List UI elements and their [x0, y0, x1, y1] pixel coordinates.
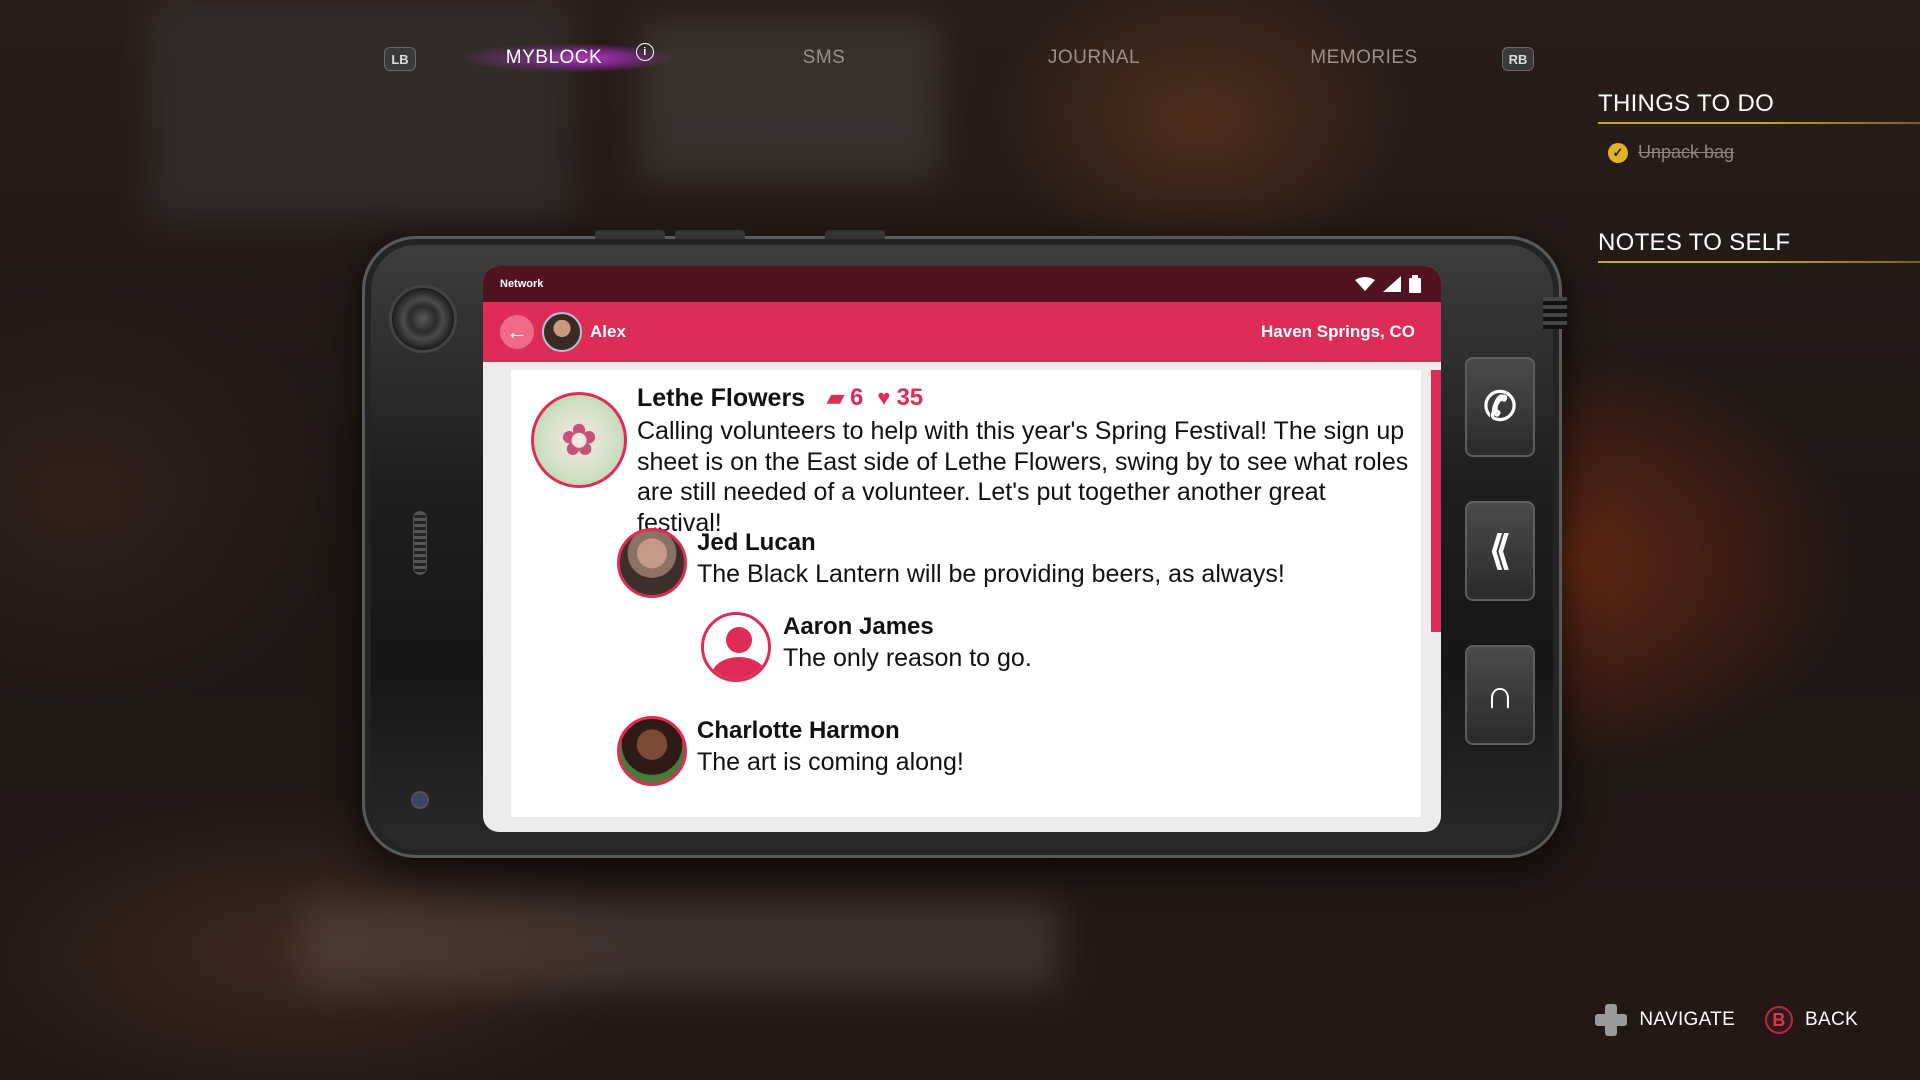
comment-count[interactable]: ▰ 6	[827, 384, 863, 412]
post-feed[interactable]: ✿ Lethe Flowers ▰ 6 ♥ 35 Calling volunte…	[511, 370, 1421, 817]
comment-count-value: 6	[850, 384, 864, 411]
profile-head-shape	[726, 627, 752, 653]
reply-body: Jed Lucan The Black Lantern will be prov…	[697, 528, 1285, 598]
profile-torso-shape	[712, 657, 766, 679]
app-switch-button[interactable]: ⟪	[1465, 501, 1535, 601]
todo-label: Unpack bag	[1638, 142, 1735, 162]
comment-icon: ▰	[827, 385, 845, 410]
status-bar: Network	[483, 266, 1441, 302]
controller-prompts: NAVIGATE B BACK	[1595, 1004, 1858, 1036]
jed-lucan-avatar[interactable]	[617, 528, 687, 598]
checkmark-icon: ✓	[1608, 142, 1628, 163]
feed-scrollbar[interactable]	[1431, 370, 1441, 632]
things-to-do-heading: THINGS TO DO	[1598, 90, 1920, 124]
tab-label: MEMORIES	[1310, 47, 1418, 68]
location-label: Haven Springs, CO	[1261, 322, 1415, 341]
post-header: Lethe Flowers ▰ 6 ♥ 35	[637, 382, 1411, 414]
reply-author: Aaron James	[783, 613, 934, 640]
navigate-prompt[interactable]: NAVIGATE	[1595, 1004, 1735, 1036]
status-icons	[1355, 275, 1421, 293]
camera-lens-icon	[389, 285, 457, 353]
speaker-grille	[413, 511, 427, 575]
reply: Charlotte Harmon The art is coming along…	[617, 716, 964, 786]
phone-call-button[interactable]: ✆	[1465, 357, 1535, 457]
back-prompt[interactable]: B BACK	[1765, 1006, 1858, 1034]
background-blur	[150, 0, 570, 220]
phone-vent	[1543, 297, 1567, 329]
return-icon: ∩	[1485, 672, 1515, 717]
navigate-label: NAVIGATE	[1639, 1009, 1736, 1030]
reply: Aaron James The only reason to go.	[701, 612, 1032, 682]
tab-myblock[interactable]: MYBLOCK i	[444, 40, 674, 76]
reply-text: The Black Lantern will be providing beer…	[697, 560, 1285, 588]
reply-text: The only reason to go.	[783, 644, 1032, 672]
todo-item: ✓ Unpack bag	[1608, 142, 1920, 163]
charlotte-harmon-avatar[interactable]	[617, 716, 687, 786]
phone-top-button	[675, 230, 745, 239]
notes-to-self-heading: NOTES TO SELF	[1598, 229, 1920, 263]
phone-device: Network ← Alex Haven Springs, CO ✿ Lethe…	[362, 230, 1567, 858]
tab-sms[interactable]: SMS	[714, 40, 934, 76]
b-button-icon: B	[1765, 1006, 1794, 1034]
like-count-value: 35	[896, 384, 924, 411]
post-text: Calling volunteers to help with this yea…	[637, 417, 1409, 537]
tab-label: JOURNAL	[1047, 47, 1141, 68]
side-panel: THINGS TO DO ✓ Unpack bag NOTES TO SELF	[1598, 90, 1920, 263]
user-name: Alex	[590, 322, 626, 341]
lb-bumper-icon[interactable]: LB	[384, 47, 416, 71]
back-arrow-icon[interactable]: ←	[500, 315, 534, 349]
return-button[interactable]: ∩	[1465, 645, 1535, 745]
sensor-icon	[411, 791, 429, 809]
like-count[interactable]: ♥ 35	[877, 384, 923, 412]
app-header: ← Alex Haven Springs, CO	[483, 302, 1441, 362]
post-author: Lethe Flowers	[637, 383, 806, 412]
reply-text: The art is coming along!	[697, 748, 964, 776]
heart-icon: ♥	[877, 385, 891, 410]
reply: Jed Lucan The Black Lantern will be prov…	[617, 528, 1285, 598]
default-profile-icon[interactable]	[701, 612, 771, 682]
dpad-icon	[1595, 1004, 1628, 1036]
wifi-icon	[1355, 277, 1375, 291]
app-switch-icon: ⟪	[1488, 529, 1512, 573]
network-label: Network	[500, 278, 544, 290]
top-tab-bar: LB MYBLOCK i SMS JOURNAL MEMORIES RB	[384, 40, 1544, 76]
tab-memories[interactable]: MEMORIES	[1254, 40, 1474, 76]
tab-label: MYBLOCK	[505, 47, 603, 68]
reply-body: Charlotte Harmon The art is coming along…	[697, 716, 964, 786]
tab-journal[interactable]: JOURNAL	[984, 40, 1204, 76]
reply-body: Aaron James The only reason to go.	[783, 612, 1032, 682]
phone-top-button	[595, 230, 665, 239]
rb-bumper-icon[interactable]: RB	[1502, 47, 1534, 71]
reply-author: Charlotte Harmon	[697, 717, 900, 744]
battery-icon	[1409, 275, 1421, 293]
reply-author: Jed Lucan	[697, 529, 816, 556]
lethe-flowers-avatar[interactable]: ✿	[531, 392, 627, 488]
tab-label: SMS	[802, 47, 846, 68]
info-icon: i	[636, 43, 654, 61]
back-label: BACK	[1805, 1009, 1858, 1030]
avatar[interactable]	[542, 312, 582, 352]
background-blur	[300, 900, 1060, 990]
phone-screen: Network ← Alex Haven Springs, CO ✿ Lethe…	[483, 266, 1441, 832]
post-body: Lethe Flowers ▰ 6 ♥ 35 Calling volunteer…	[637, 382, 1411, 538]
phone-call-icon: ✆	[1483, 385, 1517, 429]
post: ✿ Lethe Flowers ▰ 6 ♥ 35 Calling volunte…	[531, 382, 1411, 538]
signal-icon	[1383, 276, 1401, 292]
phone-top-button	[825, 230, 885, 239]
